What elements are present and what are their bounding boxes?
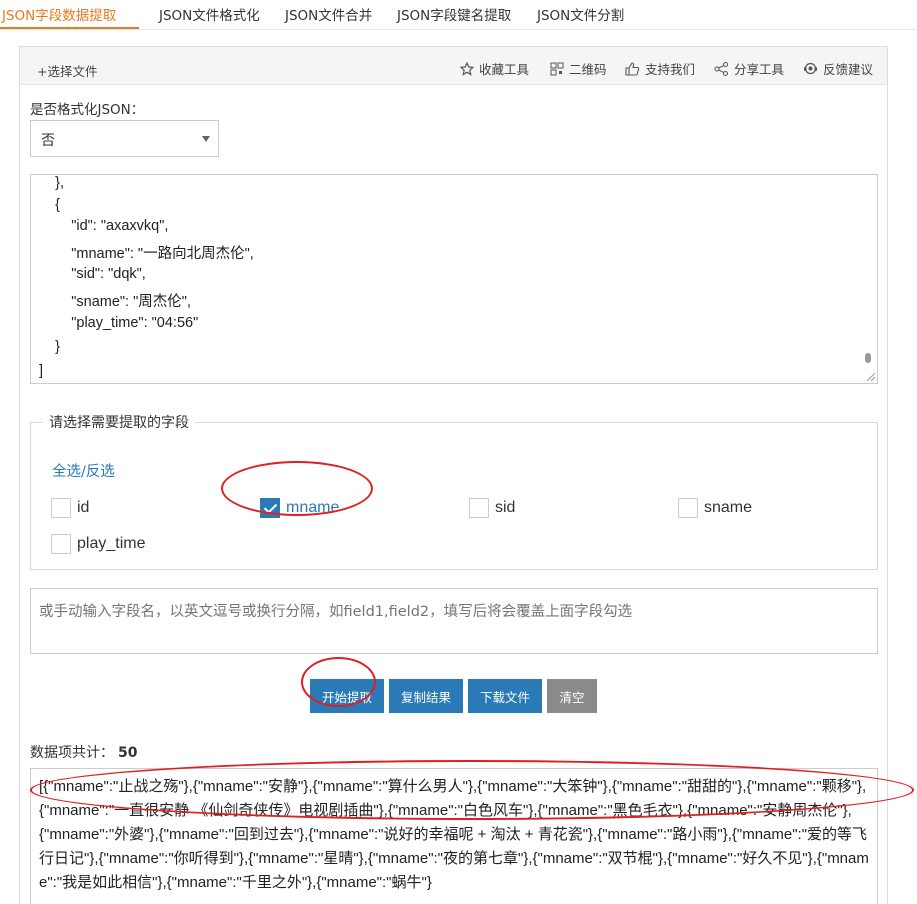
field-selection-group: 请选择需要提取的字段 全选/反选 id mname sid sname play… [30, 412, 878, 570]
tab-json-format[interactable]: JSON文件格式化 [159, 4, 260, 24]
json-input-area[interactable]: }, { "id": "axaxvkq", "mname": "一路向北周杰伦"… [30, 174, 878, 384]
code-line: "sname": "周杰伦", [39, 294, 191, 310]
format-json-select[interactable]: 否 [30, 120, 219, 157]
favorite-label: 收藏工具 [479, 62, 530, 77]
field-checkbox-mname[interactable]: mname [260, 498, 339, 518]
copy-result-button[interactable]: 复制结果 [389, 679, 463, 713]
field-checkbox-sid[interactable]: sid [469, 498, 515, 518]
tab-json-field-extract[interactable]: JSON字段数据提取 [2, 4, 116, 24]
qrcode-icon [550, 62, 564, 75]
field-label-mname: mname [286, 499, 340, 516]
share-label: 分享工具 [734, 62, 785, 77]
code-line: }, [39, 175, 64, 191]
favorite-button[interactable]: 收藏工具 [460, 59, 529, 78]
feedback-icon [804, 62, 817, 74]
feedback-label: 反馈建议 [823, 62, 874, 77]
thumbs-up-icon [625, 61, 640, 76]
field-checkbox-id[interactable]: id [51, 498, 89, 518]
checkbox-checked[interactable] [260, 498, 280, 518]
tab-json-merge[interactable]: JSON文件合并 [285, 4, 372, 24]
choose-file-button[interactable]: +选择文件 [37, 61, 97, 80]
qrcode-button[interactable]: 二维码 [550, 59, 607, 78]
field-label-play-time: play_time [77, 535, 146, 552]
code-line: "id": "axaxvkq", [39, 218, 169, 234]
field-selection-legend: 请选择需要提取的字段 [49, 415, 189, 431]
field-checkbox-play-time[interactable]: play_time [51, 534, 145, 554]
code-line: "play_time": "04:56" [39, 315, 199, 331]
caret-down-icon [202, 136, 210, 142]
download-file-button[interactable]: 下载文件 [468, 679, 542, 713]
data-count-label: 数据项共计： [30, 745, 114, 761]
tool-tabs: JSON字段数据提取 JSON文件格式化 JSON文件合并 JSON字段键名提取… [0, 0, 917, 30]
toolbar: +选择文件 收藏工具 二维码 支持我们 分享工具 反馈建议 [20, 47, 887, 85]
tab-json-split[interactable]: JSON文件分割 [537, 4, 624, 24]
support-button[interactable]: 支持我们 [625, 59, 695, 78]
active-tab-underline [0, 27, 139, 29]
checkbox[interactable] [51, 534, 71, 554]
code-line: ] [39, 363, 44, 379]
result-output[interactable]: [{"mname":"止战之殇"},{"mname":"安静"},{"mname… [30, 768, 878, 904]
field-label-id: id [77, 499, 90, 516]
code-line: } [39, 339, 60, 355]
manual-field-input[interactable] [30, 588, 878, 654]
resize-grip-icon[interactable] [864, 370, 876, 382]
field-label-sname: sname [704, 499, 753, 516]
share-icon [714, 61, 728, 76]
format-json-value: 否 [41, 133, 55, 149]
format-json-label: 是否格式化JSON： [30, 102, 145, 118]
tab-json-key-extract[interactable]: JSON字段键名提取 [397, 4, 511, 24]
select-all-toggle[interactable]: 全选/反选 [52, 460, 115, 481]
code-line: "mname": "一路向北周杰伦", [39, 246, 254, 262]
checkbox[interactable] [51, 498, 71, 518]
feedback-button[interactable]: 反馈建议 [803, 59, 873, 78]
code-line: { [39, 197, 60, 213]
data-count: 数据项共计： 50 [30, 742, 137, 762]
start-extract-button[interactable]: 开始提取 [310, 679, 384, 713]
scrollbar-thumb[interactable] [865, 353, 871, 363]
checkbox[interactable] [678, 498, 698, 518]
field-label-sid: sid [495, 499, 516, 516]
data-count-value: 50 [118, 745, 138, 761]
support-label: 支持我们 [645, 62, 696, 77]
checkbox[interactable] [469, 498, 489, 518]
qrcode-label: 二维码 [569, 62, 607, 77]
clear-button[interactable]: 清空 [547, 679, 597, 713]
code-line: "sid": "dqk", [39, 266, 146, 282]
share-button[interactable]: 分享工具 [714, 59, 784, 78]
field-checkbox-sname[interactable]: sname [678, 498, 752, 518]
star-icon [460, 61, 474, 76]
